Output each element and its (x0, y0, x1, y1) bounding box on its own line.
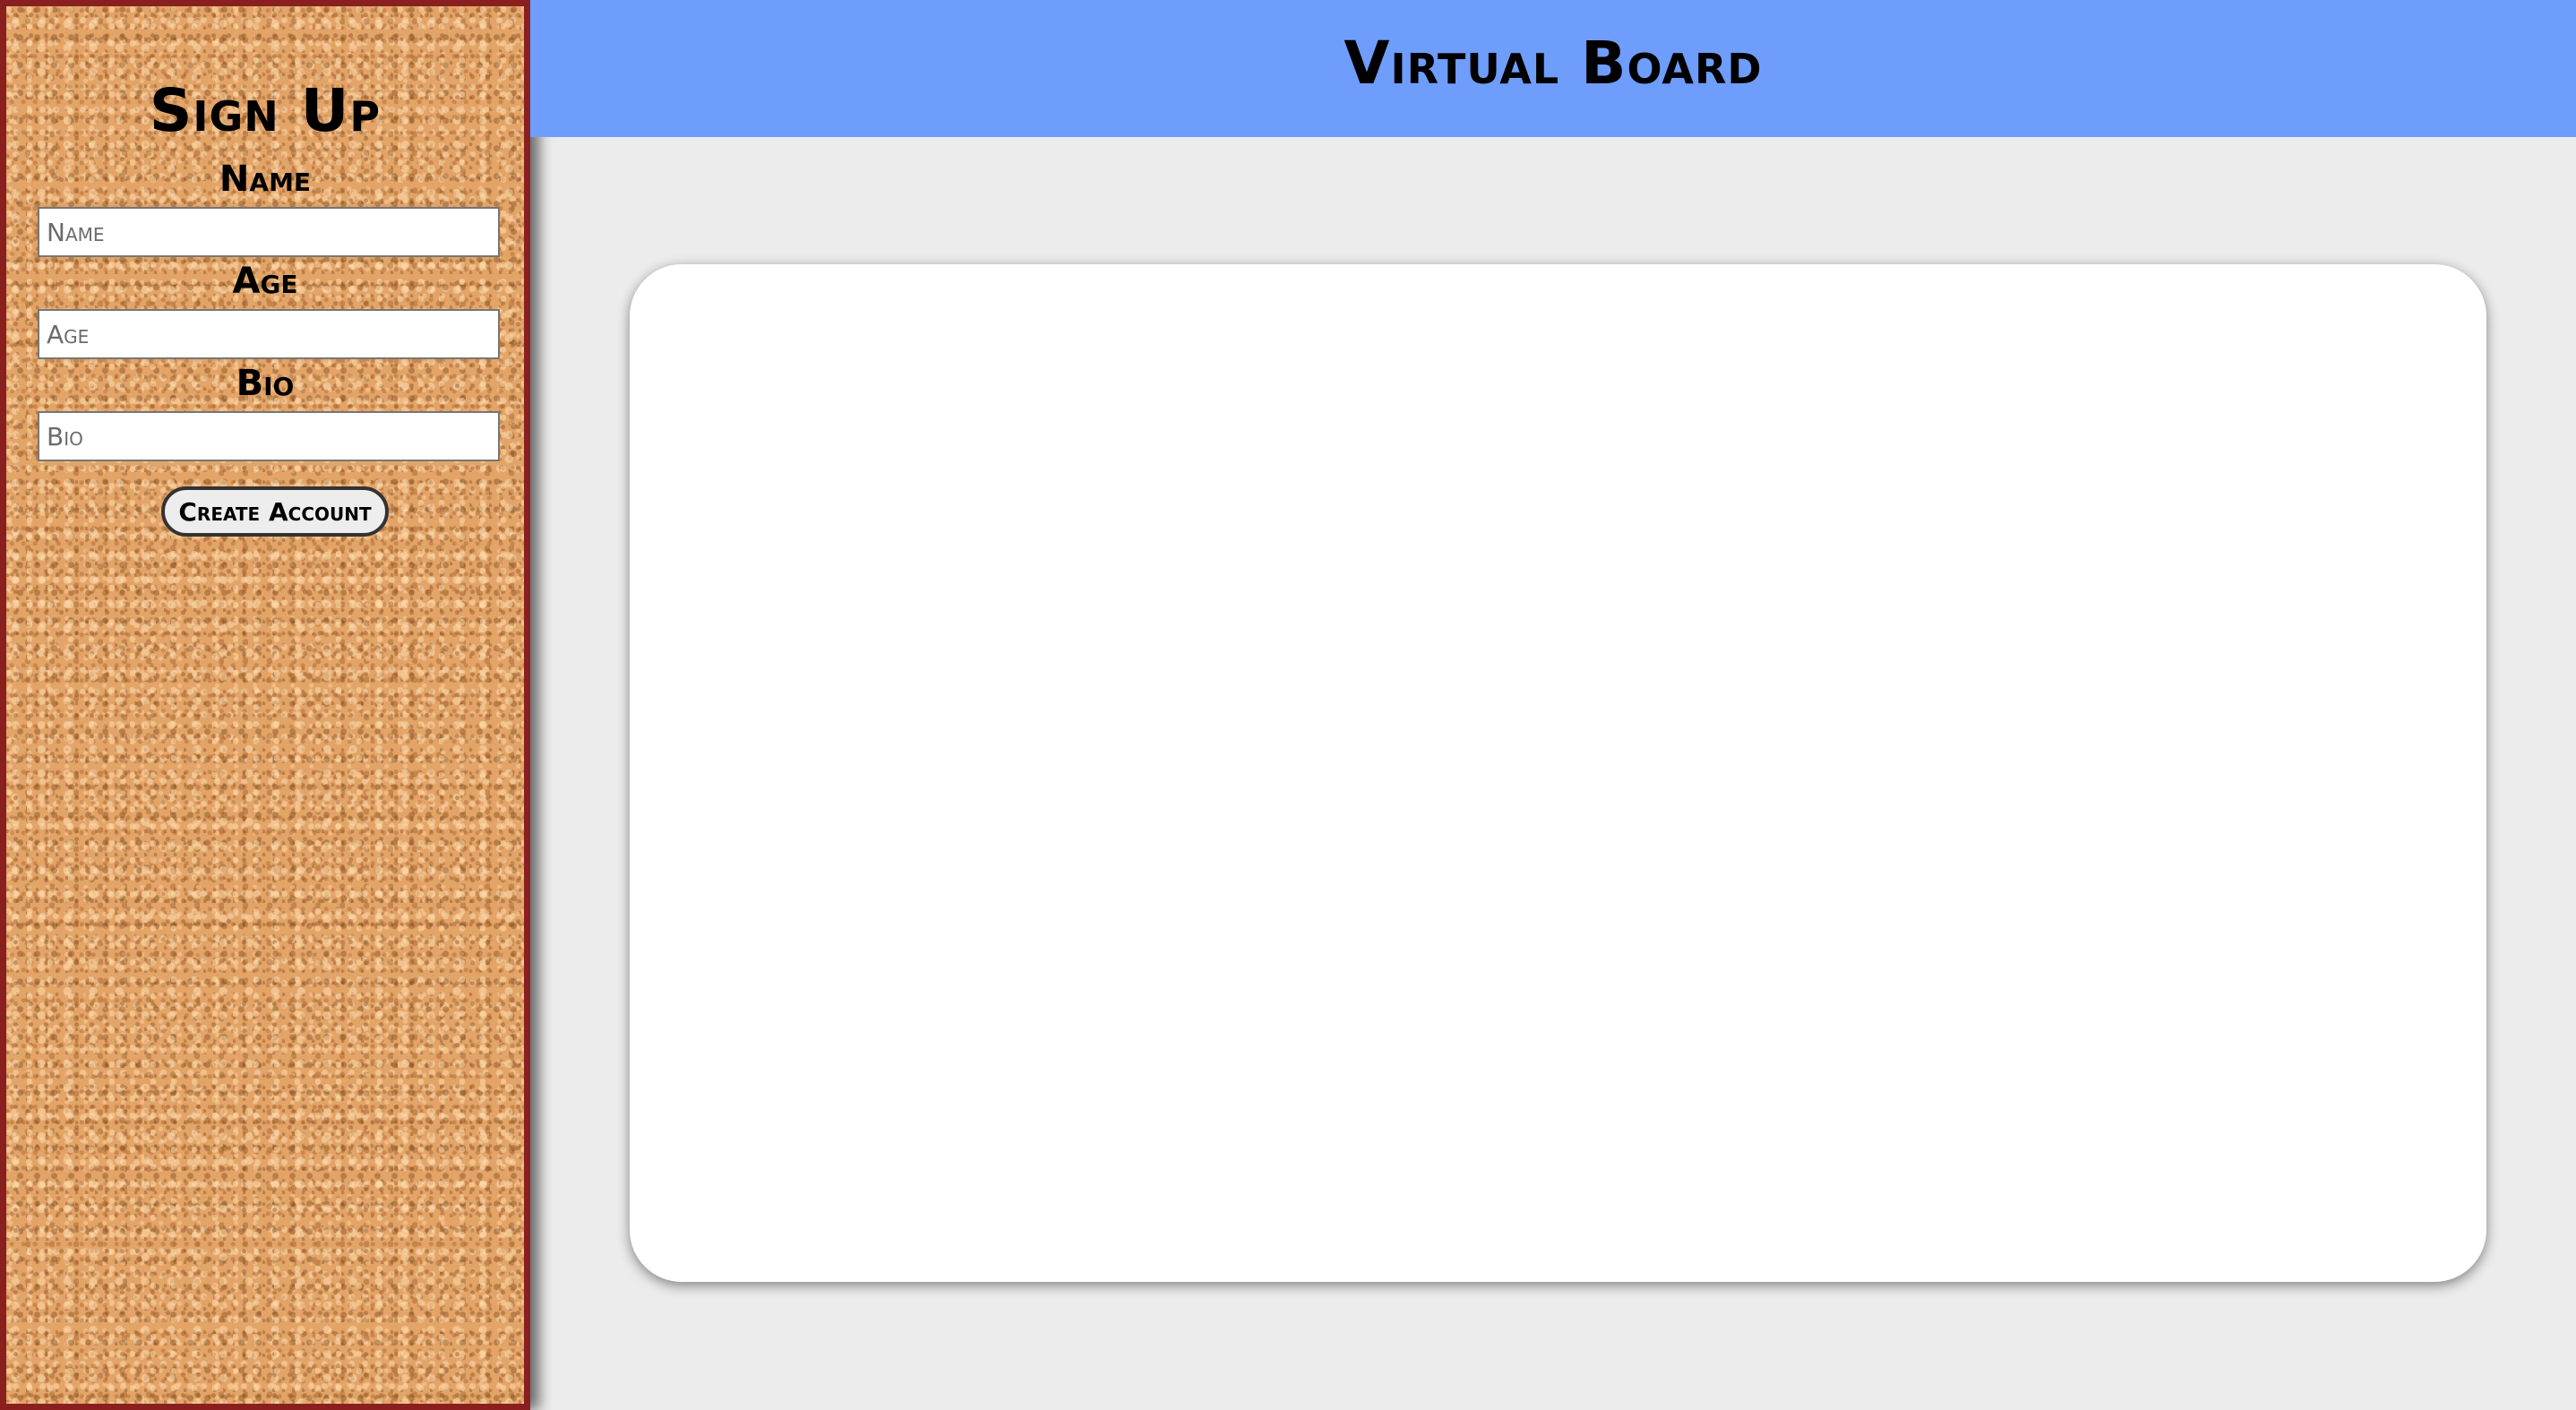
bio-label: Bio (236, 363, 295, 404)
page-title: Virtual Board (1344, 29, 1763, 98)
age-input[interactable] (38, 309, 500, 359)
create-account-button[interactable]: Create Account (161, 486, 389, 537)
app-header: Virtual Board (530, 0, 2576, 137)
name-label: Name (219, 159, 312, 200)
bio-input[interactable] (38, 411, 500, 461)
name-input[interactable] (38, 207, 500, 257)
signup-title: Sign Up (149, 76, 382, 145)
age-label: Age (232, 261, 298, 302)
signup-sidebar: Sign Up Name Age Bio Create Account (0, 0, 530, 1410)
virtual-board-canvas[interactable] (630, 264, 2486, 1282)
